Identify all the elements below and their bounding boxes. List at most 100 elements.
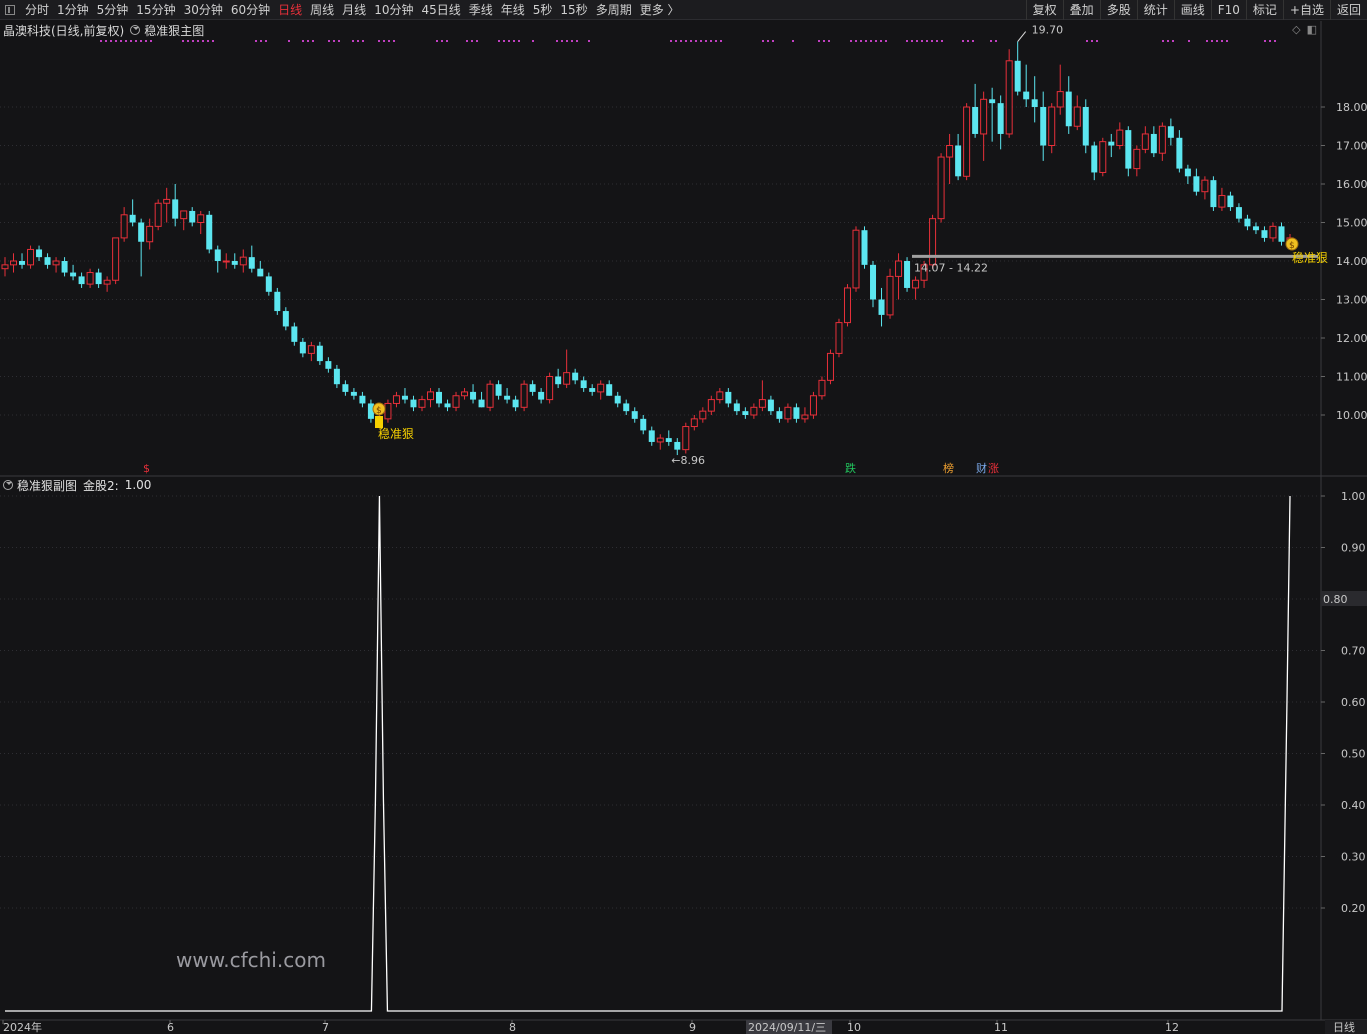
signal-dot (720, 40, 722, 42)
candle-body-down (350, 391, 357, 396)
signal-dot (471, 40, 473, 42)
signal-dot (828, 40, 830, 42)
signal-dot (197, 40, 199, 42)
signal-dot (556, 40, 558, 42)
candle-body-up (120, 214, 128, 239)
candle-body-down (606, 384, 613, 396)
signal-dot (670, 40, 672, 42)
candle-body-up (1201, 179, 1209, 193)
candle-body-down (767, 399, 774, 412)
candle-body-up (307, 345, 315, 354)
candle-body-up (835, 322, 843, 354)
candle-body-up (384, 402, 392, 420)
candle-body-up (103, 279, 111, 285)
event-tag: 涨 (988, 462, 999, 475)
date-label: 11 (994, 1021, 1008, 1034)
signal-dot (865, 40, 867, 42)
candle-body-up (980, 98, 988, 135)
signal-dot (362, 40, 364, 42)
candle-body-up (10, 260, 18, 266)
signal-dot (207, 40, 209, 42)
signal-dot (571, 40, 573, 42)
candle-body-up (937, 156, 945, 220)
candle-body-up (929, 218, 937, 266)
signal-dot (695, 40, 697, 42)
price-axis-label: 13.00 (1336, 294, 1367, 307)
candle-body-up (682, 426, 690, 451)
signal-dot (921, 40, 923, 42)
candle-body-down (870, 264, 877, 300)
signal-dot (532, 40, 534, 42)
signal-dot (135, 40, 137, 42)
signal-dot (328, 40, 330, 42)
candle-body-down (1150, 133, 1157, 154)
candle-body-down (95, 272, 102, 285)
signal-dot (1264, 40, 1266, 42)
candle-body-down (504, 395, 511, 400)
signal-dot (1096, 40, 1098, 42)
signal-dot (967, 40, 969, 42)
signal-dot (818, 40, 820, 42)
signal-dot (260, 40, 262, 42)
candle-body-up (809, 395, 817, 416)
event-tag: 财 (976, 461, 987, 475)
candle-body-up (690, 418, 698, 428)
candle-body-down (665, 438, 672, 442)
candle-body-down (325, 361, 332, 369)
candle-body-up (912, 279, 920, 289)
signal-dot (1274, 40, 1276, 42)
candle-body-up (146, 225, 154, 243)
signal-dot (357, 40, 359, 42)
candle-body-down (648, 430, 655, 442)
candle-body-down (1184, 168, 1191, 177)
candle-body-up (197, 214, 205, 224)
candle-body-down (138, 222, 145, 242)
candle-body-down (129, 214, 136, 223)
candle-body-up (716, 391, 724, 401)
candle-body-down (44, 257, 51, 265)
candle-body-down (512, 399, 519, 408)
signal-dot (990, 40, 992, 42)
candle-body-up (707, 399, 715, 412)
signal-dot (690, 40, 692, 42)
signal-dot (130, 40, 132, 42)
candle-body-up (563, 372, 571, 385)
crosshair-value: 0.80 (1323, 593, 1348, 606)
candle-body-down (580, 380, 587, 389)
price-axis-label: 11.00 (1336, 371, 1367, 384)
candle-body-down (248, 257, 255, 269)
candle-body-up (239, 256, 247, 266)
signal-dot (1221, 40, 1223, 42)
candle-body-down (623, 403, 630, 412)
candle-body-up (163, 198, 171, 204)
candle-body-up (801, 414, 809, 420)
candle-body-down (1261, 230, 1268, 238)
stock-chart[interactable]: 18.00 17.00 16.00 15.00 14.00 13.00 12.00 11.00… (0, 0, 1367, 1034)
signal-dot (792, 40, 794, 42)
signal-dot (441, 40, 443, 42)
candle-body-up (1005, 60, 1013, 135)
signal-dot (931, 40, 933, 42)
sub-axis-label: 0.70 (1341, 645, 1366, 658)
candle-body-up (418, 399, 426, 408)
signal-dot (875, 40, 877, 42)
candle-body-down (478, 399, 485, 408)
sub-axis-label: 0.50 (1341, 748, 1366, 761)
candle-body-down (1210, 180, 1217, 208)
candle-body-up (597, 383, 605, 393)
signal-dot (212, 40, 214, 42)
candle-body-up (963, 106, 971, 177)
candle-body-down (529, 384, 536, 392)
signal-dot (561, 40, 563, 42)
signal-dot (120, 40, 122, 42)
candle-body-down (989, 99, 996, 104)
sub-axis-label: 0.60 (1341, 696, 1366, 709)
candle-body-up (1056, 91, 1064, 108)
candle-body-down (206, 214, 213, 250)
price-axis-label: 12.00 (1336, 332, 1367, 345)
date-label: 10 (847, 1021, 861, 1034)
watermark-text: www.cfchi.com (176, 948, 326, 972)
candle-body-down (1125, 130, 1132, 169)
candle-body-down (972, 107, 979, 134)
candle-body-down (640, 418, 647, 431)
